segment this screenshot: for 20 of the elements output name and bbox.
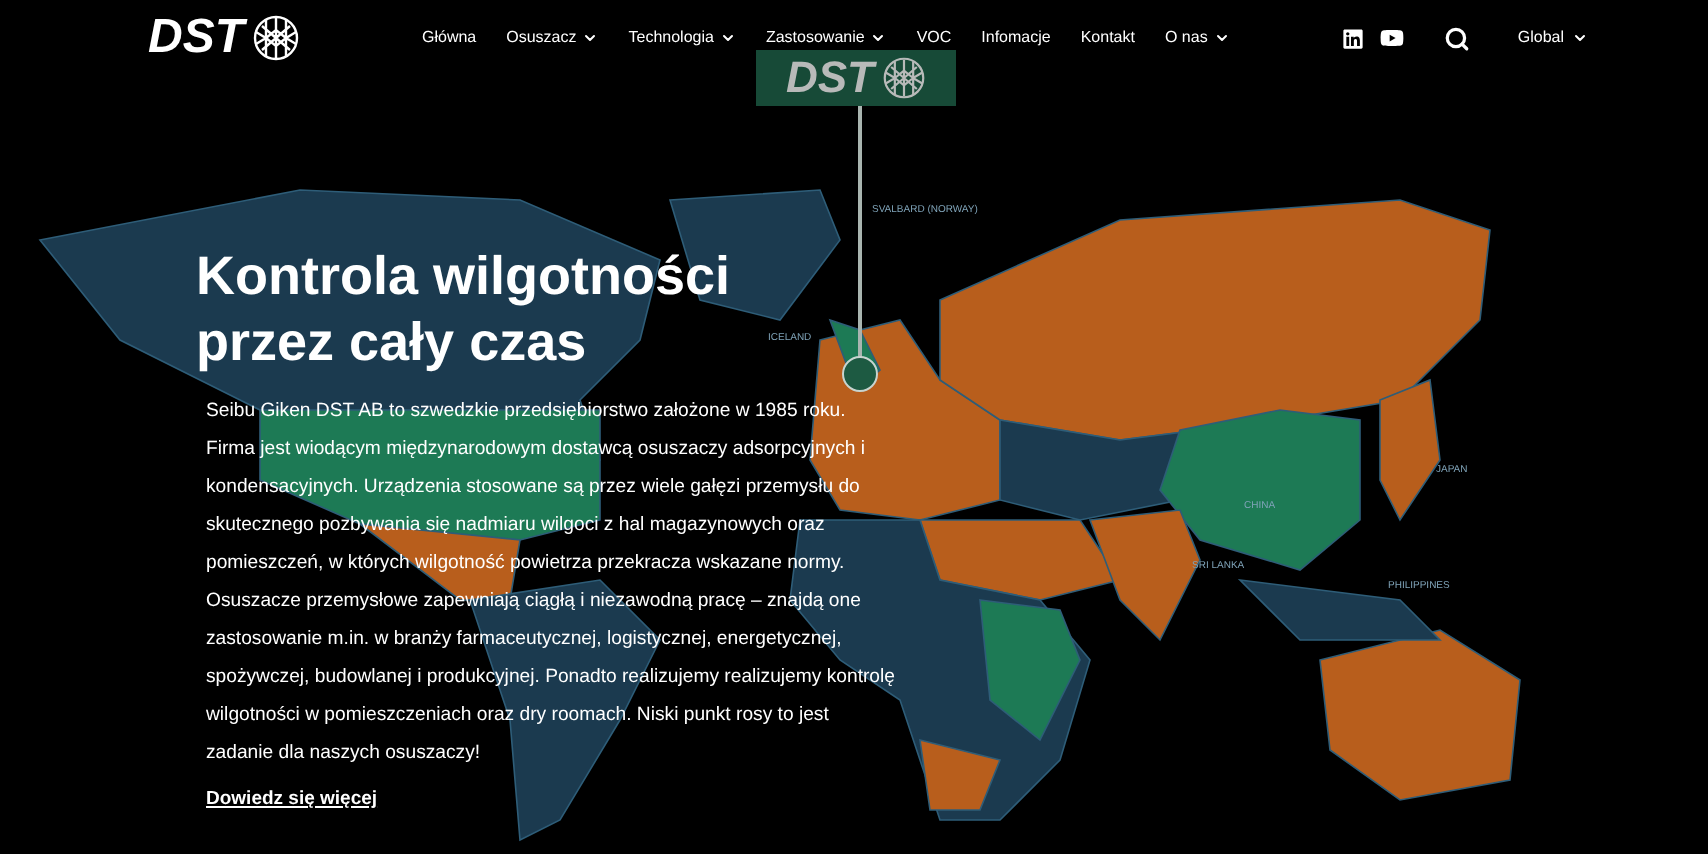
region-selector[interactable]: Global (1517, 26, 1588, 50)
youtube-icon[interactable] (1379, 26, 1404, 50)
nav-link[interactable]: VOC (916, 26, 952, 50)
logo[interactable]: DST (148, 14, 300, 62)
learn-more-link[interactable]: Dowiedz się więcej (206, 786, 378, 815)
globe-icon (252, 14, 300, 62)
nav-link[interactable]: Zastosowanie (765, 26, 887, 50)
nav-link[interactable]: Główna (422, 26, 477, 50)
logo-text: DST (148, 14, 244, 62)
nav-link[interactable]: O nas (1164, 26, 1230, 50)
globe-icon (882, 56, 926, 100)
nav-link[interactable]: Technologia (628, 26, 736, 50)
chevron-down-icon (1572, 30, 1588, 46)
hero-title: Kontrola wilgotności przez cały czas (196, 244, 732, 376)
nav-link[interactable]: Osuszacz (506, 26, 599, 50)
nav-link[interactable]: Kontakt (1080, 26, 1135, 50)
pin-logo-text: DST (786, 56, 874, 100)
search-icon[interactable] (1443, 25, 1470, 51)
linkedin-icon[interactable] (1341, 27, 1364, 49)
nav-link[interactable]: Infomacje (981, 26, 1051, 50)
